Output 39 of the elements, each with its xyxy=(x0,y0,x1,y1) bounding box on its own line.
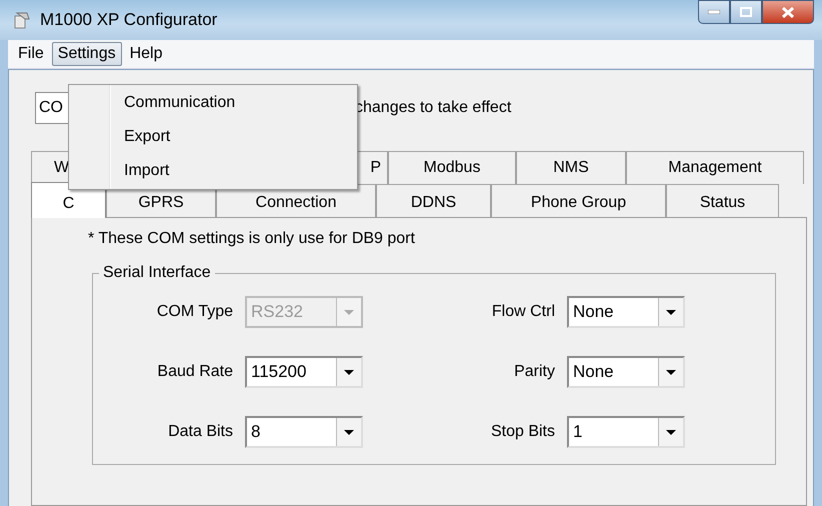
tab[interactable]: Status xyxy=(666,184,779,217)
field-label: COM Type xyxy=(156,303,233,321)
port-note: * These COM settings is only use for DB9 port xyxy=(88,230,416,248)
tab[interactable]: Phone Group xyxy=(491,184,666,217)
maximize-icon xyxy=(740,7,752,17)
tab[interactable]: DDNS xyxy=(376,184,491,217)
dropdown[interactable]: 8 xyxy=(245,416,363,448)
menu-item[interactable]: File xyxy=(12,42,50,66)
menu-option[interactable]: Communication xyxy=(69,86,357,120)
field-label: Stop Bits xyxy=(490,423,555,441)
field-label: Baud Rate xyxy=(156,363,233,381)
close-icon xyxy=(782,6,794,18)
close-button[interactable] xyxy=(762,0,814,24)
caret-icon xyxy=(666,310,676,314)
caret-icon xyxy=(666,370,676,374)
minimize-icon xyxy=(708,10,720,14)
group-title: Serial Interface xyxy=(102,264,212,282)
restart-hint: changes to take effect xyxy=(355,99,512,117)
dropdown[interactable]: 115200 xyxy=(245,356,363,388)
caret-icon xyxy=(666,430,676,434)
window-title: M1000 XP Configurator xyxy=(40,10,218,30)
dropdown[interactable]: 1 xyxy=(567,416,685,448)
caret-icon xyxy=(344,310,354,314)
maximize-button[interactable] xyxy=(730,0,762,24)
app-icon xyxy=(12,10,32,30)
field-label: Data Bits xyxy=(167,423,233,441)
dropdown[interactable]: None xyxy=(567,296,685,328)
caret-icon xyxy=(344,370,354,374)
dropdown[interactable]: None xyxy=(567,356,685,388)
tab[interactable]: NMS xyxy=(516,151,626,184)
menu-item[interactable]: Settings xyxy=(52,42,122,66)
menu-item[interactable]: Help xyxy=(124,42,168,66)
menu-option[interactable]: Export xyxy=(69,120,357,154)
tab[interactable]: Modbus xyxy=(388,151,516,184)
minimize-button[interactable] xyxy=(698,0,730,24)
field-label: Parity xyxy=(513,363,555,381)
field-label: Flow Ctrl xyxy=(490,303,555,321)
caret-icon xyxy=(344,430,354,434)
tab[interactable]: Management xyxy=(626,151,804,184)
